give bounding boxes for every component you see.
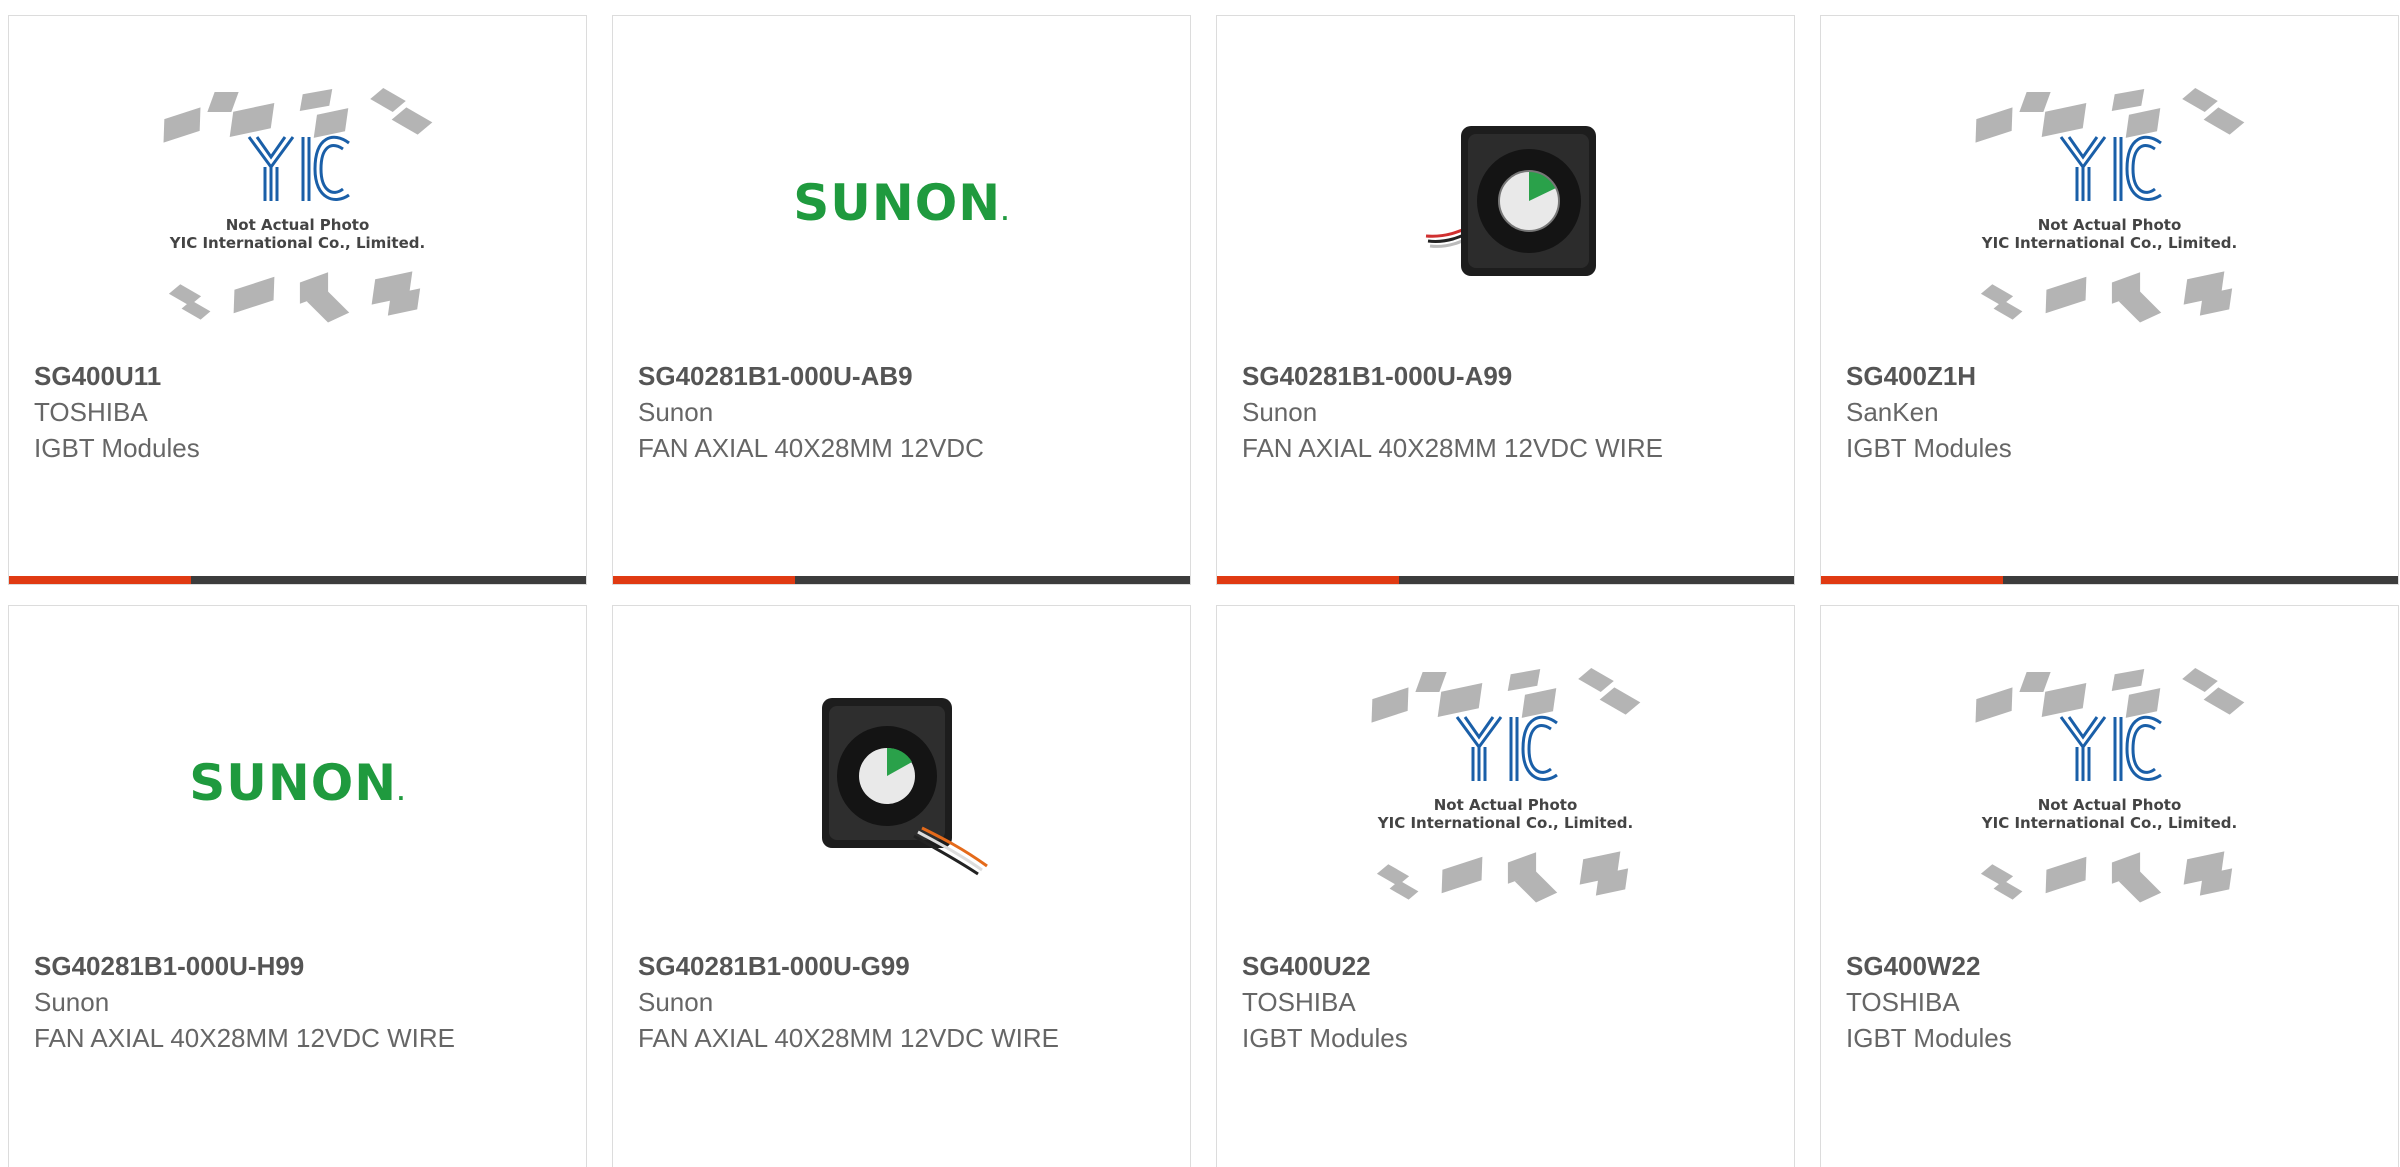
chip-icon <box>1414 672 1447 692</box>
chip-icon <box>2041 682 2086 718</box>
manufacturer: TOSHIBA <box>34 397 148 427</box>
description: FAN AXIAL 40X28MM 12VDC <box>638 433 984 463</box>
manufacturer: SanKen <box>1846 397 1939 427</box>
product-card[interactable]: SUNON. SG40281B1-000U-H99 Sunon FAN AXIA… <box>8 605 587 1167</box>
product-image <box>1217 78 1794 328</box>
part-number[interactable]: SG40281B1-000U-AB9 <box>638 358 1170 394</box>
description: FAN AXIAL 40X28MM 12VDC WIRE <box>34 1023 455 1053</box>
yic-logo-icon <box>2059 715 2162 781</box>
placeholder-caption: Not Actual Photo <box>225 216 370 234</box>
product-card[interactable]: SG40281B1-000U-G99 Sunon FAN AXIAL 40X28… <box>612 605 1191 1167</box>
fan-photo <box>821 698 988 876</box>
chip-icon <box>1437 682 1482 718</box>
product-card[interactable]: Not Actual Photo YIC International Co., L… <box>1820 605 2399 1167</box>
manufacturer: TOSHIBA <box>1242 987 1356 1017</box>
product-image: Not Actual Photo YIC International Co., L… <box>1217 658 1794 908</box>
chip-icon <box>299 89 332 111</box>
description: IGBT Modules <box>1242 1023 1408 1053</box>
yic-placeholder-image: Not Actual Photo YIC International Co., L… <box>1371 658 1641 908</box>
part-number[interactable]: SG400Z1H <box>1846 358 2378 394</box>
placeholder-caption: Not Actual Photo <box>1433 796 1578 814</box>
chip-icon <box>1441 856 1482 894</box>
chip-icon <box>2111 669 2144 691</box>
manufacturer: Sunon <box>1242 397 1318 427</box>
chip-icon <box>2045 276 2086 314</box>
product-card[interactable]: SUNON. SG40281B1-000U-AB9 Sunon FAN AXIA… <box>612 15 1191 585</box>
chip-icon <box>1975 107 2012 143</box>
description: FAN AXIAL 40X28MM 12VDC WIRE <box>638 1023 1059 1053</box>
yic-logo-icon <box>247 135 350 201</box>
sunon-logo: SUNON. <box>189 754 406 812</box>
chip-icon <box>2018 92 2051 112</box>
part-number[interactable]: SG400U11 <box>34 358 566 394</box>
product-image: SUNON. <box>9 658 586 908</box>
placeholder-caption: Not Actual Photo <box>2037 216 2182 234</box>
chip-icon <box>206 92 239 112</box>
chip-icon <box>1371 687 1408 723</box>
yic-logo-icon <box>2059 135 2162 201</box>
product-image <box>613 658 1190 908</box>
manufacturer: Sunon <box>34 987 110 1017</box>
placeholder-caption: YIC International Co., Limited. <box>1981 234 2238 252</box>
chip-icon <box>2018 672 2051 692</box>
sunon-logo: SUNON. <box>793 174 1010 232</box>
chip-icon <box>1577 668 1614 692</box>
chip-icon <box>1975 687 2012 723</box>
chip-icon <box>391 107 432 135</box>
description: IGBT Modules <box>1846 433 2012 463</box>
product-image: Not Actual Photo YIC International Co., L… <box>1821 658 2398 908</box>
chip-icon <box>2111 89 2144 111</box>
part-number[interactable]: SG40281B1-000U-H99 <box>34 948 566 984</box>
part-number[interactable]: SG40281B1-000U-A99 <box>1242 358 1774 394</box>
part-number[interactable]: SG400W22 <box>1846 948 2378 984</box>
chip-icon <box>229 102 274 138</box>
placeholder-caption: Not Actual Photo <box>2037 796 2182 814</box>
yic-placeholder-image: Not Actual Photo YIC International Co., L… <box>1975 658 2245 908</box>
chip-icon <box>2203 687 2244 715</box>
product-card[interactable]: Not Actual Photo YIC International Co., L… <box>8 15 587 585</box>
manufacturer: Sunon <box>638 987 714 1017</box>
yic-logo-icon <box>1455 715 1558 781</box>
yic-placeholder-image: Not Actual Photo YIC International Co., L… <box>163 78 433 328</box>
product-image: Not Actual Photo YIC International Co., L… <box>1821 78 2398 328</box>
product-card[interactable]: Not Actual Photo YIC International Co., L… <box>1820 15 2399 585</box>
fan-photo <box>1425 126 1596 276</box>
chip-icon <box>1507 669 1540 691</box>
card-footer-bar <box>9 576 586 584</box>
chip-icon <box>369 88 406 112</box>
chip-icon <box>2045 856 2086 894</box>
chip-icon <box>1599 687 1640 715</box>
part-number[interactable]: SG400U22 <box>1242 948 1774 984</box>
chip-icon <box>2041 102 2086 138</box>
placeholder-caption: YIC International Co., Limited. <box>1981 814 2238 832</box>
product-grid: Not Actual Photo YIC International Co., L… <box>0 0 2400 1167</box>
description: FAN AXIAL 40X28MM 12VDC WIRE <box>1242 433 1663 463</box>
part-number[interactable]: SG40281B1-000U-G99 <box>638 948 1170 984</box>
chip-icon <box>2181 668 2218 692</box>
chip-icon <box>233 276 274 314</box>
manufacturer: TOSHIBA <box>1846 987 1960 1017</box>
product-card[interactable]: SG40281B1-000U-A99 Sunon FAN AXIAL 40X28… <box>1216 15 1795 585</box>
description: IGBT Modules <box>1846 1023 2012 1053</box>
chip-icon <box>163 107 200 143</box>
description: IGBT Modules <box>34 433 200 463</box>
product-card[interactable]: Not Actual Photo YIC International Co., L… <box>1216 605 1795 1167</box>
product-image: Not Actual Photo YIC International Co., L… <box>9 78 586 328</box>
yic-placeholder-image: Not Actual Photo YIC International Co., L… <box>1975 78 2245 328</box>
manufacturer: Sunon <box>638 397 714 427</box>
placeholder-caption: YIC International Co., Limited. <box>1377 814 1634 832</box>
chip-icon <box>2203 107 2244 135</box>
card-footer-bar <box>1217 576 1794 584</box>
card-footer-bar <box>1821 576 2398 584</box>
card-footer-bar <box>613 576 1190 584</box>
placeholder-caption: YIC International Co., Limited. <box>169 234 426 252</box>
chip-icon <box>2181 88 2218 112</box>
product-image: SUNON. <box>613 78 1190 328</box>
